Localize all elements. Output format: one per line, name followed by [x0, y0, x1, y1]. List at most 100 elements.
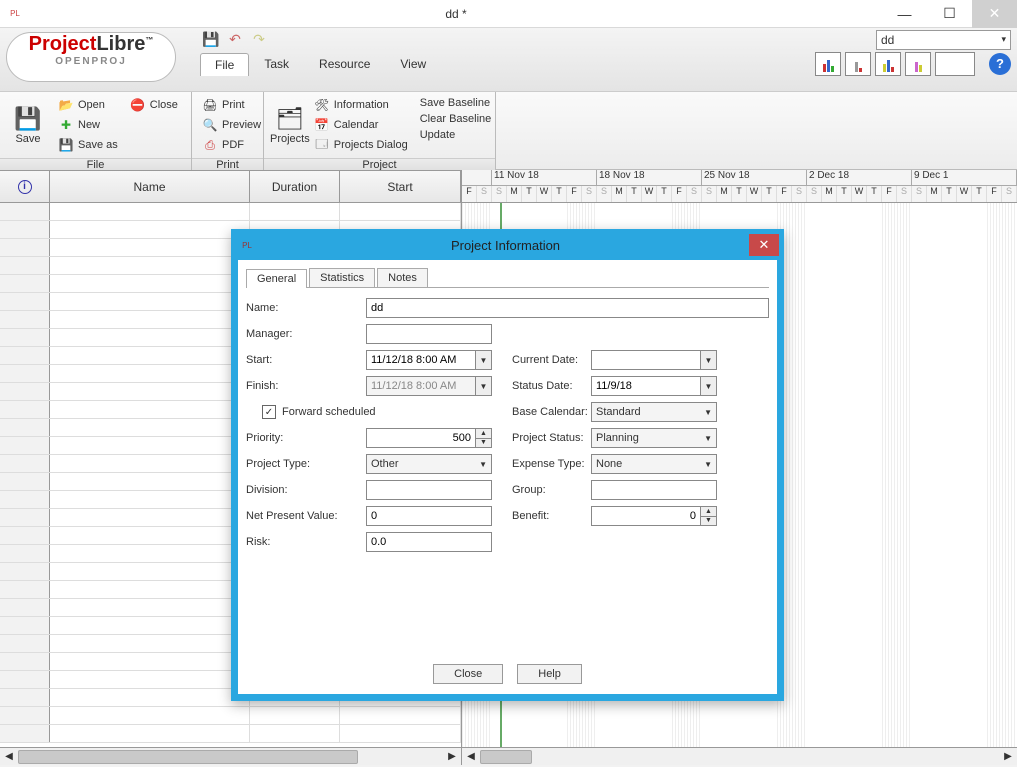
project-type-select[interactable]: Other▼ — [366, 454, 492, 474]
table-row[interactable] — [0, 725, 461, 743]
current-date-input[interactable] — [591, 350, 701, 370]
manager-field[interactable] — [366, 324, 492, 344]
save-baseline-button[interactable]: Save Baseline — [416, 96, 496, 110]
help-icon[interactable]: ? — [989, 53, 1011, 75]
spin-down-icon[interactable]: ▼ — [701, 517, 716, 526]
close-file-button[interactable]: ⛔Close — [126, 96, 182, 114]
base-calendar-select[interactable]: Standard▼ — [591, 402, 717, 422]
dialog-help-button[interactable]: Help — [517, 664, 582, 684]
tools-icon: 🛠 — [314, 97, 330, 113]
start-input[interactable] — [366, 350, 476, 370]
dialog-close-action-button[interactable]: Close — [433, 664, 503, 684]
project-selector[interactable]: dd ▾ — [876, 30, 1011, 50]
view-chart4-icon[interactable] — [905, 52, 931, 76]
table-row[interactable] — [0, 707, 461, 725]
column-name[interactable]: Name — [50, 170, 250, 202]
risk-field[interactable] — [366, 532, 492, 552]
chevron-down-icon[interactable]: ▼ — [701, 350, 717, 370]
update-button[interactable]: Update — [416, 128, 496, 142]
gantt-header: 11 Nov 1818 Nov 1825 Nov 182 Dec 189 Dec… — [462, 170, 1017, 203]
dialog-titlebar[interactable]: PL Project Information ✕ — [232, 230, 783, 260]
finish-input — [366, 376, 476, 396]
scroll-right-icon[interactable]: ▶ — [999, 751, 1017, 762]
open-button[interactable]: 📂Open — [54, 96, 122, 114]
preview-button[interactable]: 🔍Preview — [198, 116, 265, 134]
left-hscrollbar[interactable]: ◀ ▶ — [0, 747, 461, 765]
minimize-button[interactable]: — — [882, 0, 927, 28]
tab-resource[interactable]: Resource — [304, 52, 385, 75]
dialog-icon: 🗔 — [314, 137, 330, 153]
pdf-button[interactable]: ⎙PDF — [198, 136, 265, 154]
dialog-close-button[interactable]: ✕ — [749, 234, 779, 256]
save-button[interactable]: 💾 Save — [6, 96, 50, 154]
saveas-icon: 💾 — [58, 137, 74, 153]
tab-file[interactable]: File — [200, 53, 249, 76]
name-field[interactable] — [366, 298, 769, 318]
dialog-tab-notes[interactable]: Notes — [377, 268, 428, 287]
right-hscrollbar[interactable]: ◀ ▶ — [462, 747, 1017, 765]
close-icon: ⛔ — [130, 97, 146, 113]
projects-dialog-button[interactable]: 🗔Projects Dialog — [310, 136, 412, 154]
spin-down-icon[interactable]: ▼ — [476, 439, 491, 448]
division-field[interactable] — [366, 480, 492, 500]
project-status-select[interactable]: Planning▼ — [591, 428, 717, 448]
status-date-field[interactable]: ▼ — [591, 376, 717, 396]
print-button[interactable]: 🖨Print — [198, 96, 265, 114]
group-field[interactable] — [591, 480, 717, 500]
column-info[interactable]: i — [0, 170, 50, 202]
priority-input[interactable] — [366, 428, 476, 448]
scroll-left-icon[interactable]: ◀ — [0, 751, 18, 762]
chevron-down-icon[interactable]: ▼ — [476, 350, 492, 370]
table-row[interactable] — [0, 203, 461, 221]
clear-baseline-button[interactable]: Clear Baseline — [416, 112, 496, 126]
tab-view[interactable]: View — [385, 52, 441, 75]
current-date-field[interactable]: ▼ — [591, 350, 717, 370]
label-current-date: Current Date: — [506, 354, 591, 366]
information-button[interactable]: 🛠Information — [310, 96, 412, 114]
column-duration[interactable]: Duration — [250, 170, 340, 202]
tab-task[interactable]: Task — [249, 52, 304, 75]
priority-stepper[interactable]: ▲▼ — [366, 428, 492, 448]
dialog-tab-general[interactable]: General — [246, 269, 307, 288]
gantt-day-cell: T — [837, 186, 852, 202]
forward-scheduled-checkbox[interactable]: ✓ — [262, 405, 276, 419]
qat-save-icon[interactable]: 💾 — [202, 31, 220, 49]
calendar-button[interactable]: 📅Calendar — [310, 116, 412, 134]
spin-up-icon[interactable]: ▲ — [476, 429, 491, 439]
new-button[interactable]: ✚New — [54, 116, 122, 134]
spin-up-icon[interactable]: ▲ — [701, 507, 716, 517]
project-selector-value: dd — [881, 33, 894, 47]
benefit-stepper[interactable]: ▲▼ — [591, 506, 717, 526]
chevron-down-icon: ▾ — [1001, 34, 1006, 45]
expense-type-select[interactable]: None▼ — [591, 454, 717, 474]
label-group: Group: — [506, 484, 591, 496]
projects-button[interactable]: 🗂 Projects — [270, 96, 310, 154]
chevron-down-icon: ▼ — [704, 434, 712, 443]
undo-icon[interactable]: ↶ — [226, 31, 244, 49]
start-field[interactable]: ▼ — [366, 350, 492, 370]
scroll-right-icon[interactable]: ▶ — [443, 751, 461, 762]
view-chart3-icon[interactable] — [875, 52, 901, 76]
view-chart2-icon[interactable] — [845, 52, 871, 76]
saveas-button[interactable]: 💾Save as — [54, 136, 122, 154]
view-blank-icon[interactable] — [935, 52, 975, 76]
npv-field[interactable] — [366, 506, 492, 526]
status-date-input[interactable] — [591, 376, 701, 396]
logo-subtext: OPENPROJ — [7, 56, 175, 67]
close-button[interactable]: ✕ — [972, 0, 1017, 28]
scroll-left-icon[interactable]: ◀ — [462, 751, 480, 762]
gantt-day-cell: S — [687, 186, 702, 202]
window-title: dd * — [30, 7, 882, 21]
chevron-down-icon[interactable]: ▼ — [701, 376, 717, 396]
view-chart1-icon[interactable] — [815, 52, 841, 76]
benefit-input[interactable] — [591, 506, 701, 526]
column-start[interactable]: Start — [340, 170, 461, 202]
gantt-date-cell: 11 Nov 18 — [492, 170, 597, 185]
new-icon: ✚ — [58, 117, 74, 133]
maximize-button[interactable]: ☐ — [927, 0, 972, 28]
redo-icon[interactable]: ↷ — [250, 31, 268, 49]
label-base-calendar: Base Calendar: — [506, 406, 591, 418]
dialog-tab-statistics[interactable]: Statistics — [309, 268, 375, 287]
label-name: Name: — [246, 302, 366, 314]
gantt-day-cell: F — [672, 186, 687, 202]
